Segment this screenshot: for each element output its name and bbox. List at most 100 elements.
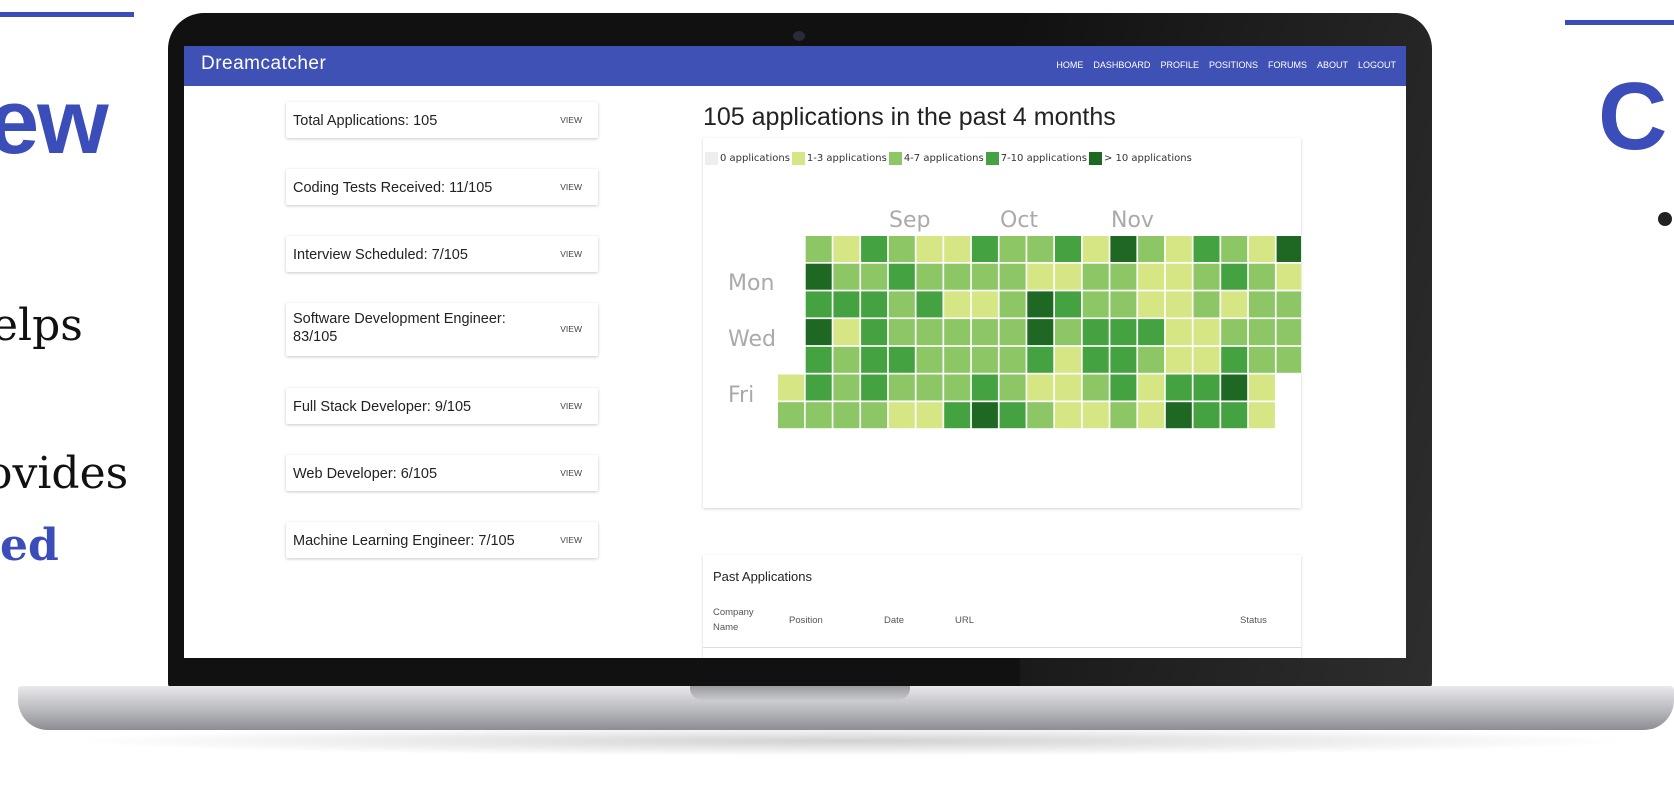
heatmap-cell[interactable]	[888, 374, 915, 401]
heatmap-cell[interactable]	[999, 346, 1026, 373]
heatmap-cell[interactable]	[1165, 263, 1192, 290]
column-header[interactable]: Status	[1240, 613, 1267, 628]
heatmap-cell[interactable]	[1138, 291, 1165, 318]
heatmap-cell[interactable]	[1193, 374, 1220, 401]
heatmap-cell[interactable]	[1276, 319, 1301, 346]
heatmap-cell[interactable]	[1110, 402, 1137, 429]
heatmap-cell[interactable]	[861, 291, 888, 318]
heatmap-cell[interactable]	[916, 374, 943, 401]
heatmap-cell[interactable]	[1276, 291, 1301, 318]
heatmap-cell[interactable]	[1055, 346, 1081, 373]
nav-profile[interactable]: PROFILE	[1160, 60, 1199, 70]
heatmap-cell[interactable]	[1110, 374, 1137, 401]
nav-dashboard[interactable]: DASHBOARD	[1093, 60, 1150, 70]
heatmap-cell[interactable]	[1110, 263, 1137, 290]
heatmap-cell[interactable]	[1193, 263, 1220, 290]
heatmap-cell[interactable]	[1221, 319, 1248, 346]
heatmap-cell[interactable]	[1221, 374, 1248, 401]
heatmap-cell[interactable]	[1248, 402, 1275, 429]
nav-about[interactable]: ABOUT	[1317, 60, 1348, 70]
heatmap-cell[interactable]	[1165, 291, 1192, 318]
heatmap-cell[interactable]	[944, 236, 971, 262]
heatmap-cell[interactable]	[944, 319, 971, 346]
heatmap-cell[interactable]	[1055, 319, 1081, 346]
heatmap-cell[interactable]	[888, 263, 915, 290]
column-header[interactable]: URL	[955, 613, 974, 628]
column-header[interactable]: Date	[884, 613, 904, 628]
heatmap-cell[interactable]	[1055, 374, 1081, 401]
heatmap-cell[interactable]	[1055, 236, 1081, 262]
heatmap-cell[interactable]	[805, 374, 832, 401]
heatmap-cell[interactable]	[1027, 319, 1054, 346]
heatmap-cell[interactable]	[999, 319, 1026, 346]
heatmap-cell[interactable]	[944, 402, 971, 429]
heatmap-cell[interactable]	[1165, 346, 1192, 373]
heatmap-cell[interactable]	[1055, 291, 1081, 318]
heatmap-cell[interactable]	[861, 263, 888, 290]
heatmap-cell[interactable]	[1110, 291, 1137, 318]
heatmap-cell[interactable]	[888, 291, 915, 318]
heatmap-cell[interactable]	[805, 319, 832, 346]
heatmap-cell[interactable]	[1165, 374, 1192, 401]
heatmap-cell[interactable]	[1221, 346, 1248, 373]
heatmap-cell[interactable]	[1221, 402, 1248, 429]
heatmap-cell[interactable]	[1082, 263, 1109, 290]
heatmap-cell[interactable]	[1193, 346, 1220, 373]
nav-positions[interactable]: POSITIONS	[1209, 60, 1258, 70]
heatmap-cell[interactable]	[999, 263, 1026, 290]
heatmap-cell[interactable]	[999, 236, 1026, 262]
heatmap-cell[interactable]	[1193, 236, 1220, 262]
heatmap-cell[interactable]	[1082, 319, 1109, 346]
heatmap-cell[interactable]	[1138, 263, 1165, 290]
heatmap-cell[interactable]	[1248, 346, 1275, 373]
heatmap-cell[interactable]	[1221, 263, 1248, 290]
heatmap-cell[interactable]	[971, 346, 998, 373]
column-header[interactable]: Company Name	[713, 605, 763, 635]
heatmap-cell[interactable]	[1082, 291, 1109, 318]
view-button[interactable]: VIEW	[560, 324, 582, 334]
heatmap-cell[interactable]	[1276, 263, 1301, 290]
heatmap-cell[interactable]	[1082, 402, 1109, 429]
heatmap-cell[interactable]	[861, 319, 888, 346]
heatmap-cell[interactable]	[1248, 236, 1275, 262]
heatmap-cell[interactable]	[1193, 291, 1220, 318]
heatmap-cell[interactable]	[916, 346, 943, 373]
brand-logo[interactable]: Dreamcatcher	[201, 53, 326, 75]
heatmap-cell[interactable]	[861, 374, 888, 401]
heatmap-cell[interactable]	[1165, 236, 1192, 262]
heatmap-cell[interactable]	[1082, 346, 1109, 373]
heatmap-cell[interactable]	[916, 236, 943, 262]
heatmap-cell[interactable]	[833, 291, 860, 318]
heatmap-cell[interactable]	[805, 291, 832, 318]
heatmap-cell[interactable]	[1165, 319, 1192, 346]
heatmap-cell[interactable]	[944, 263, 971, 290]
heatmap-cell[interactable]	[861, 236, 888, 262]
column-header[interactable]: Position	[789, 613, 823, 628]
heatmap-cell[interactable]	[1138, 402, 1165, 429]
heatmap-cell[interactable]	[916, 291, 943, 318]
heatmap-cell[interactable]	[1221, 236, 1248, 262]
heatmap-cell[interactable]	[1248, 291, 1275, 318]
heatmap-cell[interactable]	[888, 236, 915, 262]
heatmap-cell[interactable]	[888, 319, 915, 346]
heatmap-cell[interactable]	[833, 319, 860, 346]
heatmap-cell[interactable]	[1110, 319, 1137, 346]
heatmap-cell[interactable]	[1110, 346, 1137, 373]
heatmap-cell[interactable]	[971, 319, 998, 346]
view-button[interactable]: VIEW	[560, 249, 582, 259]
heatmap-cell[interactable]	[861, 402, 888, 429]
heatmap-cell[interactable]	[1138, 374, 1165, 401]
heatmap-cell[interactable]	[1138, 346, 1165, 373]
heatmap-cell[interactable]	[1248, 374, 1275, 401]
heatmap-cell[interactable]	[833, 263, 860, 290]
heatmap-cell[interactable]	[916, 319, 943, 346]
heatmap-cell[interactable]	[1027, 263, 1054, 290]
heatmap-cell[interactable]	[778, 374, 804, 401]
heatmap-cell[interactable]	[1165, 402, 1192, 429]
heatmap-cell[interactable]	[944, 374, 971, 401]
heatmap-cell[interactable]	[805, 263, 832, 290]
nav-home[interactable]: HOME	[1056, 60, 1083, 70]
heatmap-cell[interactable]	[1027, 236, 1054, 262]
heatmap-cell[interactable]	[1138, 319, 1165, 346]
heatmap-cell[interactable]	[916, 402, 943, 429]
